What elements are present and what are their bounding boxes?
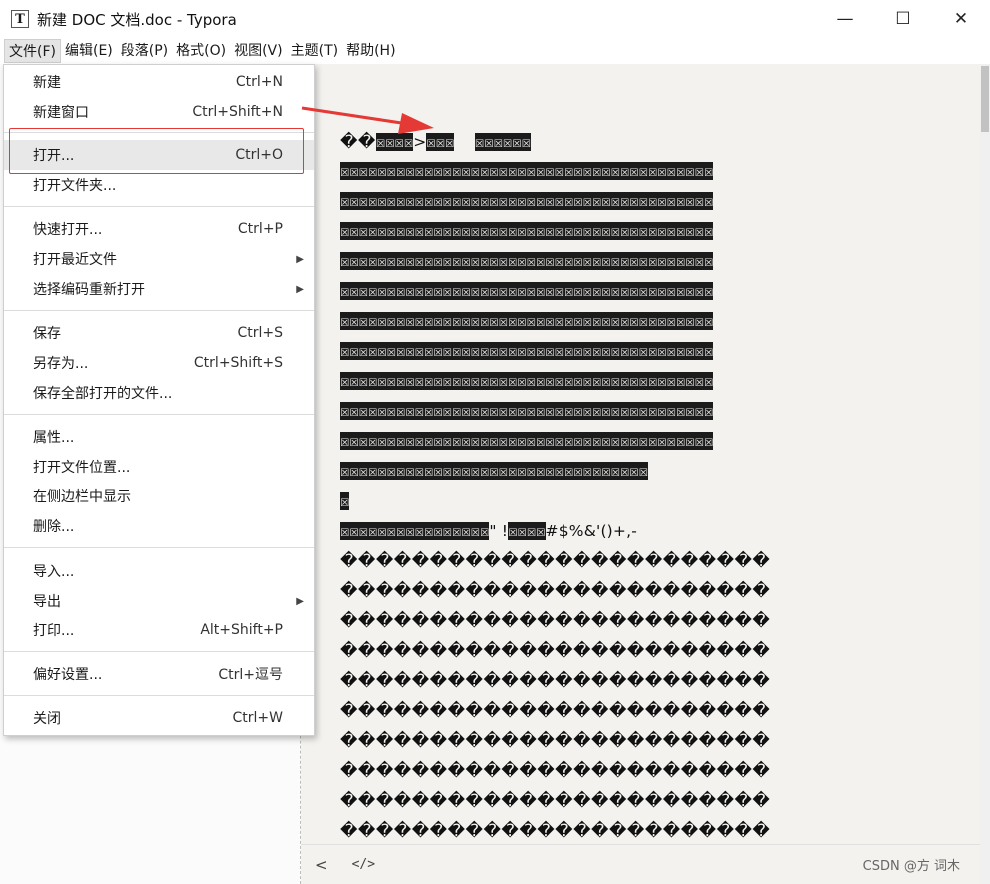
doc-line-19: ������������������������ [340, 671, 771, 691]
doc-line-13: ☒ [340, 492, 350, 510]
menu-help[interactable]: 帮助(H) [342, 39, 399, 63]
scrollbar-thumb[interactable] [981, 66, 989, 132]
menu-separator [4, 310, 314, 311]
submenu-arrow-icon: ▶ [296, 595, 304, 607]
toggle-sidebar-icon[interactable]: < [315, 856, 328, 874]
menu-item-delete[interactable]: 删除... [4, 511, 314, 541]
menu-item-print[interactable]: 打印... Alt+Shift+P [4, 615, 314, 645]
doc-line-16: ������������������������ [340, 581, 771, 601]
doc-line-14: ☒☒☒☒☒☒☒☒☒☒☒☒☒☒☒☒" !☒☒☒☒#$%&'()+,- [340, 522, 638, 540]
doc-line-15: ������������������������ [340, 551, 771, 571]
annotation-highlight-box [9, 128, 304, 174]
menu-item-preferences[interactable]: 偏好设置... Ctrl+逗号 [4, 659, 314, 689]
menu-item-import[interactable]: 导入... [4, 556, 314, 586]
doc-line-10: ☒☒☒☒☒☒☒☒☒☒☒☒☒☒☒☒☒☒☒☒☒☒☒☒☒☒☒☒☒☒☒☒☒☒☒☒☒☒☒☒ [340, 402, 714, 420]
annotation-arrow-icon [301, 106, 434, 134]
menu-item-properties[interactable]: 属性... [4, 422, 314, 452]
doc-line-20: ������������������������ [340, 701, 771, 721]
menu-item-open-folder[interactable]: 打开文件夹... [4, 170, 314, 200]
menu-separator [4, 414, 314, 415]
menu-item-export[interactable]: 导出 ▶ [4, 586, 314, 616]
menu-item-save-all[interactable]: 保存全部打开的文件... [4, 378, 314, 408]
doc-line-24: ������������������������ [340, 821, 771, 841]
doc-line-22: ������������������������ [340, 761, 771, 781]
menu-item-quick-open[interactable]: 快速打开... Ctrl+P [4, 214, 314, 244]
doc-line-7: ☒☒☒☒☒☒☒☒☒☒☒☒☒☒☒☒☒☒☒☒☒☒☒☒☒☒☒☒☒☒☒☒☒☒☒☒☒☒☒☒ [340, 312, 714, 330]
menu-item-new[interactable]: 新建 Ctrl+N [4, 67, 314, 97]
menu-separator [4, 695, 314, 696]
maximize-button[interactable]: ☐ [874, 0, 932, 38]
doc-line-17: ������������������������ [340, 611, 771, 631]
doc-line-23: ������������������������ [340, 791, 771, 811]
menu-view[interactable]: 视图(V) [230, 39, 287, 63]
editor-content[interactable]: ��☒☒☒☒>☒☒☒ ☒☒☒☒☒☒ ☒☒☒☒☒☒☒☒☒☒☒☒☒☒☒☒☒☒☒☒☒☒… [301, 64, 980, 844]
source-mode-icon[interactable]: </> [352, 857, 375, 872]
doc-line-21: ������������������������ [340, 731, 771, 751]
doc-line-12: ☒☒☒☒☒☒☒☒☒☒☒☒☒☒☒☒☒☒☒☒☒☒☒☒☒☒☒☒☒☒☒☒☒ [340, 462, 648, 480]
menu-theme[interactable]: 主题(T) [287, 39, 342, 63]
menu-edit[interactable]: 编辑(E) [61, 39, 117, 63]
menu-item-open-file-location[interactable]: 打开文件位置... [4, 452, 314, 482]
menu-item-open-recent[interactable]: 打开最近文件 ▶ [4, 244, 314, 274]
menu-format[interactable]: 格式(O) [172, 39, 230, 63]
menu-separator [4, 651, 314, 652]
menu-separator [4, 547, 314, 548]
word-count: CSDN @方 词木 [862, 859, 960, 874]
menu-item-save-as[interactable]: 另存为... Ctrl+Shift+S [4, 348, 314, 378]
menu-item-close[interactable]: 关闭 Ctrl+W [4, 703, 314, 733]
menu-item-new-window[interactable]: 新建窗口 Ctrl+Shift+N [4, 97, 314, 127]
title-bar: T 新建 DOC 文档.doc - Typora — ☐ ✕ [0, 0, 990, 38]
doc-line-6: ☒☒☒☒☒☒☒☒☒☒☒☒☒☒☒☒☒☒☒☒☒☒☒☒☒☒☒☒☒☒☒☒☒☒☒☒☒☒☒☒ [340, 282, 714, 300]
close-window-button[interactable]: ✕ [932, 0, 990, 38]
doc-line-3: ☒☒☒☒☒☒☒☒☒☒☒☒☒☒☒☒☒☒☒☒☒☒☒☒☒☒☒☒☒☒☒☒☒☒☒☒☒☒☒☒ [340, 192, 714, 210]
menu-item-show-in-sidebar[interactable]: 在侧边栏中显示 [4, 481, 314, 511]
menu-file[interactable]: 文件(F) [4, 39, 61, 63]
doc-line-4: ☒☒☒☒☒☒☒☒☒☒☒☒☒☒☒☒☒☒☒☒☒☒☒☒☒☒☒☒☒☒☒☒☒☒☒☒☒☒☒☒ [340, 222, 714, 240]
doc-line-18: ������������������������ [340, 641, 771, 661]
doc-line-11: ☒☒☒☒☒☒☒☒☒☒☒☒☒☒☒☒☒☒☒☒☒☒☒☒☒☒☒☒☒☒☒☒☒☒☒☒☒☒☒☒ [340, 432, 714, 450]
doc-line-9: ☒☒☒☒☒☒☒☒☒☒☒☒☒☒☒☒☒☒☒☒☒☒☒☒☒☒☒☒☒☒☒☒☒☒☒☒☒☒☒☒ [340, 372, 714, 390]
doc-line-2: ☒☒☒☒☒☒☒☒☒☒☒☒☒☒☒☒☒☒☒☒☒☒☒☒☒☒☒☒☒☒☒☒☒☒☒☒☒☒☒☒ [340, 162, 714, 180]
menu-bar: 文件(F) 编辑(E) 段落(P) 格式(O) 视图(V) 主题(T) 帮助(H… [0, 38, 990, 64]
menu-paragraph[interactable]: 段落(P) [117, 39, 172, 63]
submenu-arrow-icon: ▶ [296, 283, 304, 295]
doc-line-8: ☒☒☒☒☒☒☒☒☒☒☒☒☒☒☒☒☒☒☒☒☒☒☒☒☒☒☒☒☒☒☒☒☒☒☒☒☒☒☒☒ [340, 342, 714, 360]
menu-separator [4, 206, 314, 207]
minimize-button[interactable]: — [816, 0, 874, 38]
editor-scrollbar[interactable] [980, 64, 990, 884]
menu-item-reopen-with-encoding[interactable]: 选择编码重新打开 ▶ [4, 274, 314, 304]
doc-line-5: ☒☒☒☒☒☒☒☒☒☒☒☒☒☒☒☒☒☒☒☒☒☒☒☒☒☒☒☒☒☒☒☒☒☒☒☒☒☒☒☒ [340, 252, 714, 270]
typora-app-icon: T [11, 10, 29, 28]
submenu-arrow-icon: ▶ [296, 253, 304, 265]
menu-item-save[interactable]: 保存 Ctrl+S [4, 318, 314, 348]
window-title: 新建 DOC 文档.doc - Typora [37, 10, 237, 29]
status-bar: < </> CSDN @方 词木 [301, 844, 980, 884]
